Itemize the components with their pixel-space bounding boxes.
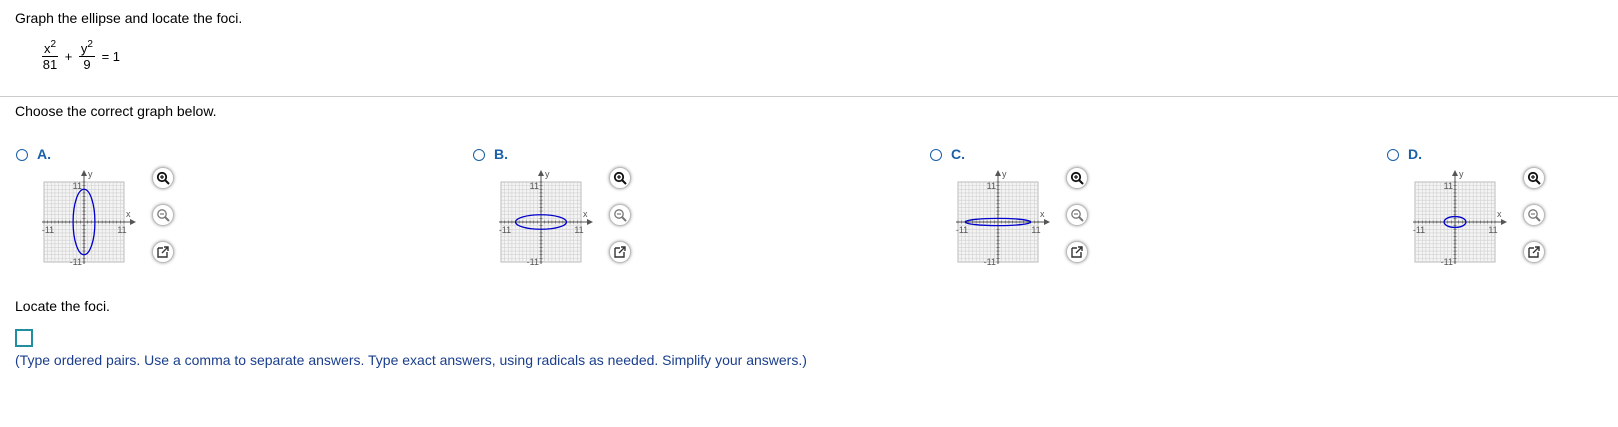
zoom-out-icon <box>1528 209 1541 222</box>
zoom-in-icon <box>613 171 627 185</box>
section-divider <box>0 96 1618 97</box>
zoom-out-icon <box>1071 209 1084 222</box>
option-d-label: D. <box>1408 146 1422 162</box>
y-axis-label: y <box>88 169 93 179</box>
zoom-in-button[interactable] <box>1066 167 1088 189</box>
answer-format-hint: (Type ordered pairs. Use a comma to sepa… <box>15 352 807 368</box>
ellipse-equation: x2 81 + y2 9 = 1 <box>42 39 123 72</box>
y-max-label: 11 <box>1444 181 1453 191</box>
option-a-label: A. <box>37 146 51 162</box>
open-external-button[interactable] <box>1523 241 1545 263</box>
x-max-label: 11 <box>1488 225 1497 235</box>
option-a-graph: yx11-11-11 11 <box>42 169 136 267</box>
y-max-label: 11 <box>530 181 539 191</box>
plus-sign: + <box>64 49 73 64</box>
y-axis-label: y <box>1002 169 1007 179</box>
zoom-in-button[interactable] <box>609 167 631 189</box>
zoom-in-icon <box>1070 171 1084 185</box>
option-d-radio[interactable] <box>1387 149 1399 161</box>
x-max-label: 11 <box>1031 225 1040 235</box>
foci-answer-input[interactable] <box>15 329 33 347</box>
x-axis-label: x <box>1497 209 1502 219</box>
question-prompt: Graph the ellipse and locate the foci. <box>15 10 243 26</box>
option-d[interactable]: D. y x 11 -11 -11 11 <box>1387 146 1618 276</box>
option-b[interactable]: B. y x 11 -11 -11 11 <box>473 146 773 276</box>
option-b-graph: yx11-11-11 11 <box>499 169 593 267</box>
open-external-icon <box>614 246 626 258</box>
x-term-fraction: x2 81 <box>42 39 59 72</box>
open-external-icon <box>157 246 169 258</box>
y-axis-label: y <box>545 169 550 179</box>
x-axis-arrow <box>1044 219 1050 225</box>
y-min-label: -11 <box>984 257 996 267</box>
zoom-in-button[interactable] <box>1523 167 1545 189</box>
y-min-label: -11 <box>527 257 539 267</box>
option-b-radio[interactable] <box>473 149 485 161</box>
y-axis-arrow <box>995 170 1001 176</box>
x-axis-arrow <box>1501 219 1507 225</box>
option-c[interactable]: C. y x 11 -11 -11 11 <box>930 146 1230 276</box>
zoom-out-button[interactable] <box>1066 204 1088 226</box>
y-axis-arrow <box>81 170 87 176</box>
option-c-radio[interactable] <box>930 149 942 161</box>
zoom-out-button[interactable] <box>152 204 174 226</box>
y-min-label: -11 <box>70 257 82 267</box>
y-axis-arrow <box>1452 170 1458 176</box>
x-min-label: -11 <box>956 225 968 235</box>
choose-instruction: Choose the correct graph below. <box>15 103 217 119</box>
y-axis-label: y <box>1459 169 1464 179</box>
locate-foci-label: Locate the foci. <box>15 298 110 314</box>
open-external-button[interactable] <box>1066 241 1088 263</box>
x-min-label: -11 <box>1413 225 1425 235</box>
y-term-fraction: y2 9 <box>78 39 95 72</box>
x-axis-label: x <box>583 209 588 219</box>
option-c-label: C. <box>951 146 965 162</box>
option-b-label: B. <box>494 146 508 162</box>
y-min-label: -11 <box>1441 257 1453 267</box>
y-max-label: 11 <box>73 181 82 191</box>
option-d-graph: yx11-11-11 11 <box>1413 169 1507 267</box>
option-c-graph: yx11-11-11 11 <box>956 169 1050 267</box>
option-a[interactable]: A. y x 11 -11 -11 11 <box>16 146 316 276</box>
zoom-in-icon <box>1527 171 1541 185</box>
x-axis-label: x <box>126 209 131 219</box>
x-axis-label: x <box>1040 209 1045 219</box>
open-external-icon <box>1071 246 1083 258</box>
y-max-label: 11 <box>987 181 996 191</box>
x-min-label: -11 <box>42 225 54 235</box>
x-axis-arrow <box>587 219 593 225</box>
option-a-radio[interactable] <box>16 149 28 161</box>
x-min-label: -11 <box>499 225 511 235</box>
zoom-out-icon <box>614 209 627 222</box>
zoom-in-icon <box>156 171 170 185</box>
open-external-icon <box>1528 246 1540 258</box>
x-max-label: 11 <box>117 225 126 235</box>
y-axis-arrow <box>538 170 544 176</box>
zoom-in-button[interactable] <box>152 167 174 189</box>
zoom-out-button[interactable] <box>1523 204 1545 226</box>
equals-one: = 1 <box>101 49 121 64</box>
x-max-label: 11 <box>574 225 583 235</box>
zoom-out-button[interactable] <box>609 204 631 226</box>
zoom-out-icon <box>157 209 170 222</box>
open-external-button[interactable] <box>152 241 174 263</box>
open-external-button[interactable] <box>609 241 631 263</box>
x-axis-arrow <box>130 219 136 225</box>
